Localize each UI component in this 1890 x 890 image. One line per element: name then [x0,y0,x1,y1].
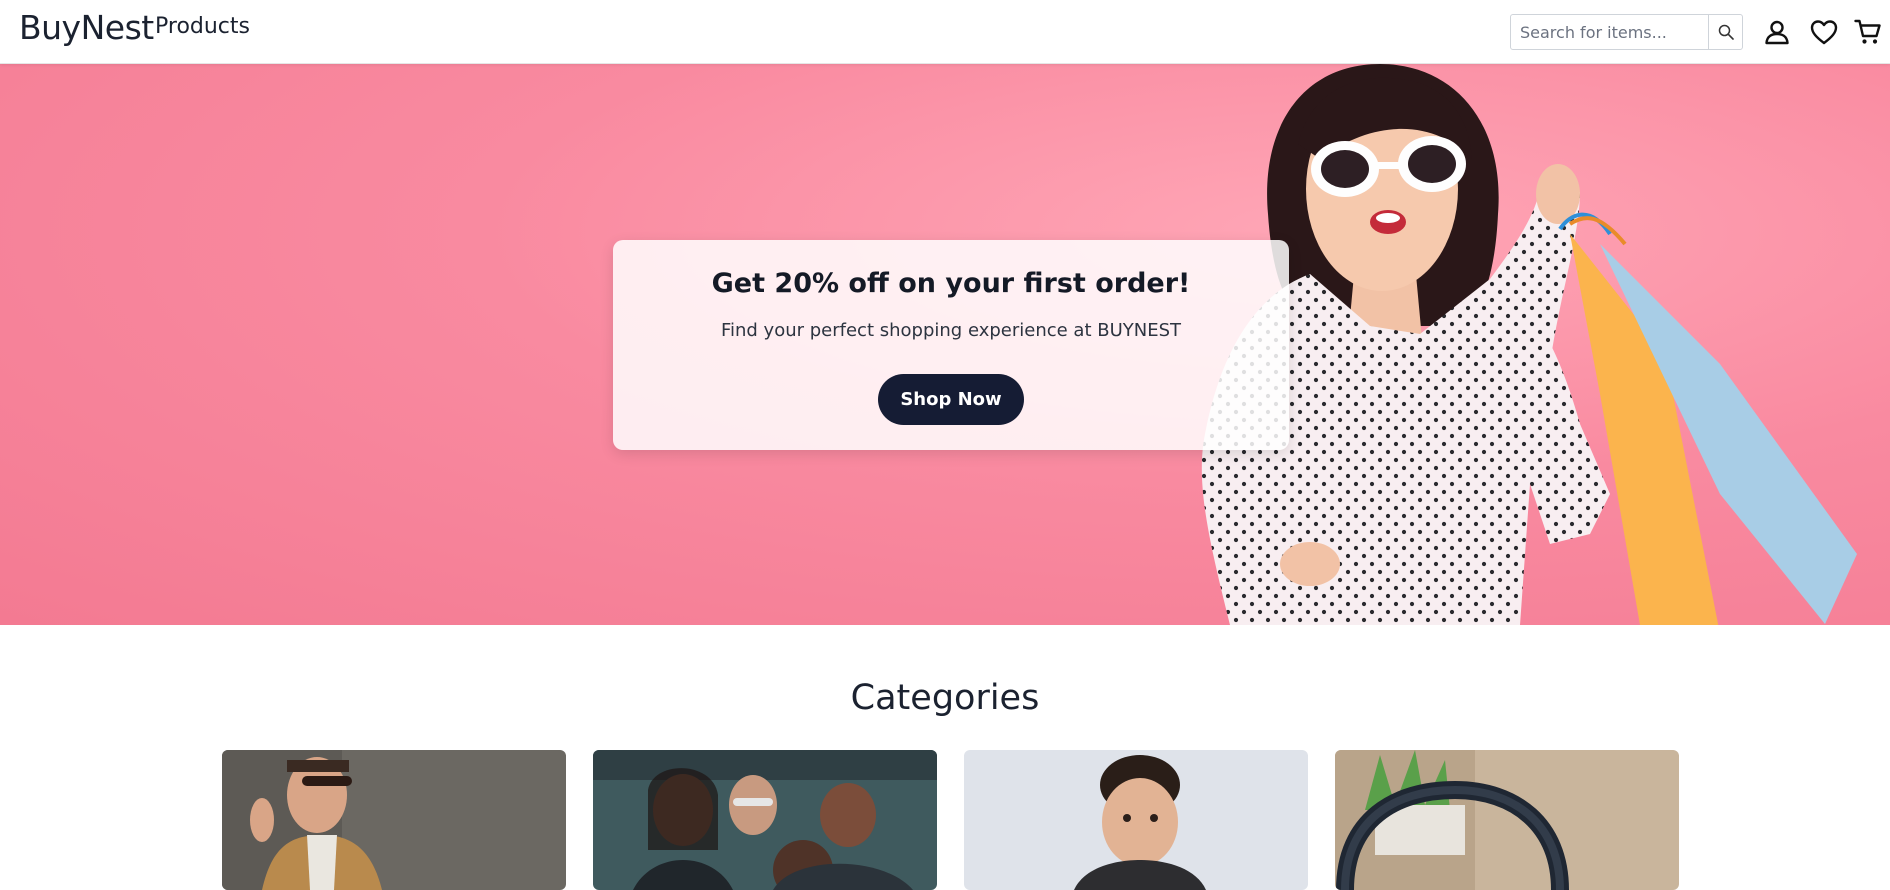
promo-title: Get 20% off on your first order! [711,268,1191,299]
category-image-women [593,750,937,890]
category-image-kids [964,750,1308,890]
cart-button[interactable] [1853,17,1883,47]
category-image-electronics [1335,750,1679,890]
category-image-men [222,750,566,890]
heart-icon [1810,20,1838,45]
search-icon [1718,24,1734,40]
nav-link-products[interactable]: Products [155,14,250,39]
site-logo[interactable]: BuyNest [19,8,154,47]
search-input[interactable] [1511,15,1708,49]
promo-card: Get 20% off on your first order! Find yo… [613,240,1289,450]
category-card-women[interactable] [593,750,937,890]
search-button[interactable] [1708,15,1742,49]
hero-banner: Get 20% off on your first order! Find yo… [0,64,1890,625]
promo-subtitle: Find your perfect shopping experience at… [720,320,1182,341]
search-bar [1510,14,1743,50]
cart-icon [1854,19,1881,44]
category-card-electronics[interactable] [1335,750,1679,890]
shop-now-button[interactable]: Shop Now [878,374,1024,425]
categories-heading: Categories [850,678,1040,718]
category-card-kids[interactable] [964,750,1308,890]
wishlist-button[interactable] [1809,17,1839,47]
user-icon [1765,20,1789,45]
category-card-men[interactable] [222,750,566,890]
account-button[interactable] [1762,17,1792,47]
top-header: BuyNest Products [0,0,1890,64]
